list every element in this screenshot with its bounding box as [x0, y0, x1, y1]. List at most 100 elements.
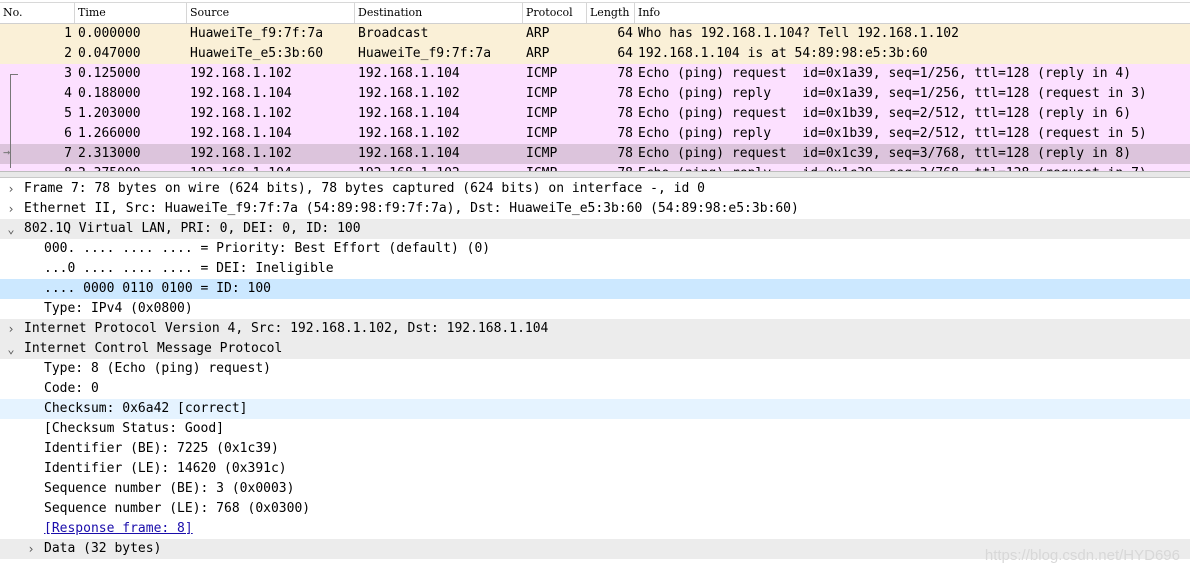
detail-row[interactable]: ...0 .... .... .... = DEI: Ineligible	[0, 259, 1190, 279]
packet-cell-proto: ICMP	[526, 126, 558, 141]
packet-row[interactable]: 5 1.203000 192.168.1.102 192.168.1.104 ICMP 7…	[0, 104, 1190, 124]
detail-row[interactable]: Identifier (LE): 14620 (0x391c)	[0, 459, 1190, 479]
packet-cell-no: 1	[64, 26, 72, 41]
packet-details[interactable]: › Frame 7: 78 bytes on wire (624 bits), 7…	[0, 178, 1190, 572]
detail-row[interactable]: Checksum: 0x6a42 [correct]	[0, 399, 1190, 419]
packet-cell-src: 192.168.1.102	[190, 106, 292, 121]
column-header-protocol[interactable]: Protocol	[523, 3, 587, 23]
detail-row-text: Code: 0	[44, 381, 99, 396]
packet-cell-dst: 192.168.1.102	[358, 126, 460, 141]
packet-cell-len: 78	[617, 146, 633, 161]
detail-row-text: Checksum: 0x6a42 [correct]	[44, 401, 248, 416]
detail-row[interactable]: [Checksum Status: Good]	[0, 419, 1190, 439]
response-frame-link[interactable]: [Response frame: 8]	[0, 519, 1190, 539]
chevron-right-icon[interactable]: ›	[4, 199, 18, 219]
packet-cell-proto: ICMP	[526, 86, 558, 101]
detail-row-text: 000. .... .... .... = Priority: Best Eff…	[44, 241, 491, 256]
packet-cell-info: Echo (ping) reply id=0x1a39, seq=1/256, …	[638, 86, 1147, 101]
chevron-down-icon[interactable]: ⌄	[4, 219, 18, 239]
packet-row[interactable]: 7 2.313000 192.168.1.102 192.168.1.104 ICMP 7…	[0, 144, 1190, 164]
detail-row[interactable]: Sequence number (LE): 768 (0x0300)	[0, 499, 1190, 519]
chevron-right-icon[interactable]: ›	[4, 319, 18, 339]
detail-row-text: ...0 .... .... .... = DEI: Ineligible	[44, 261, 334, 276]
detail-row-text: Internet Control Message Protocol	[24, 341, 283, 356]
packet-row[interactable]: 4 0.188000 192.168.1.104 192.168.1.102 ICMP 7…	[0, 84, 1190, 104]
packet-cell-proto: ARP	[526, 46, 550, 61]
packet-row[interactable]: 2 0.047000 HuaweiTe_e5:3b:60 HuaweiTe_f9:7f…	[0, 44, 1190, 64]
detail-row[interactable]: › Internet Protocol Version 4, Src: 192.1…	[0, 319, 1190, 339]
packet-cell-time: 1.266000	[78, 126, 141, 141]
packet-cell-dst: Broadcast	[358, 26, 429, 41]
packet-cell-len: 64	[617, 26, 633, 41]
packet-row[interactable]: 1 0.000000 HuaweiTe_f9:7f:7a Broadcast ARP 64…	[0, 24, 1190, 44]
detail-row[interactable]: 000. .... .... .... = Priority: Best Eff…	[0, 239, 1190, 259]
detail-row[interactable]: › Frame 7: 78 bytes on wire (624 bits), 7…	[0, 179, 1190, 199]
packet-cell-info: Echo (ping) request id=0x1b39, seq=2/512…	[638, 106, 1132, 121]
detail-row-text[interactable]: [Response frame: 8]	[44, 519, 193, 539]
packet-cell-len: 78	[617, 126, 633, 141]
detail-row-text: Identifier (BE): 7225 (0x1c39)	[44, 441, 279, 456]
detail-row-text: [Checksum Status: Good]	[44, 421, 225, 436]
packet-cell-info: Echo (ping) request id=0x1a39, seq=1/256…	[638, 66, 1132, 81]
detail-row[interactable]: Sequence number (BE): 3 (0x0003)	[0, 479, 1190, 499]
packet-cell-time: 0.047000	[78, 46, 141, 61]
packet-cell-proto: ICMP	[526, 66, 558, 81]
packet-cell-src: 192.168.1.104	[190, 126, 292, 141]
detail-row[interactable]: Code: 0	[0, 379, 1190, 399]
conversation-bracket	[10, 74, 18, 168]
detail-row-text: 802.1Q Virtual LAN, PRI: 0, DEI: 0, ID: …	[24, 221, 361, 236]
packet-cell-src: 192.168.1.104	[190, 86, 292, 101]
packet-cell-len: 78	[617, 106, 633, 121]
related-packet-arrow-icon: →	[3, 145, 11, 159]
detail-row[interactable]: Identifier (BE): 7225 (0x1c39)	[0, 439, 1190, 459]
watermark: https://blog.csdn.net/HYD696	[984, 547, 1180, 564]
column-header-time[interactable]: Time	[75, 3, 187, 23]
detail-row-text: Data (32 bytes)	[44, 541, 162, 556]
detail-row[interactable]: ⌄ Internet Control Message Protocol	[0, 339, 1190, 359]
packet-cell-src: HuaweiTe_f9:7f:7a	[190, 26, 324, 41]
column-header-destination[interactable]: Destination	[355, 3, 523, 23]
packet-row[interactable]: 6 1.266000 192.168.1.104 192.168.1.102 ICMP 7…	[0, 124, 1190, 144]
packet-row[interactable]: 3 0.125000 192.168.1.102 192.168.1.104 ICMP 7…	[0, 64, 1190, 84]
packet-cell-dst: 192.168.1.104	[358, 66, 460, 81]
packet-cell-time: 0.000000	[78, 26, 141, 41]
packet-cell-time: 0.188000	[78, 86, 141, 101]
column-header-source[interactable]: Source	[187, 3, 355, 23]
detail-row-text: Type: IPv4 (0x0800)	[44, 301, 193, 316]
packet-cell-src: HuaweiTe_e5:3b:60	[190, 46, 324, 61]
detail-row[interactable]: Type: 8 (Echo (ping) request)	[0, 359, 1190, 379]
packet-list[interactable]: No. Time Source Destination Protocol Len…	[0, 0, 1190, 172]
packet-cell-len: 64	[617, 46, 633, 61]
detail-row[interactable]: › Ethernet II, Src: HuaweiTe_f9:7f:7a (54…	[0, 199, 1190, 219]
chevron-right-icon[interactable]: ›	[24, 539, 38, 559]
packet-cell-info: Echo (ping) reply id=0x1b39, seq=2/512, …	[638, 126, 1147, 141]
packet-cell-dst: 192.168.1.102	[358, 86, 460, 101]
packet-cell-len: 78	[617, 66, 633, 81]
packet-cell-time: 1.203000	[78, 106, 141, 121]
detail-row-text: Frame 7: 78 bytes on wire (624 bits), 78…	[24, 181, 705, 196]
column-header-no[interactable]: No.	[0, 3, 75, 23]
packet-cell-src: 192.168.1.102	[190, 146, 292, 161]
packet-list-header: No. Time Source Destination Protocol Len…	[0, 2, 1190, 24]
detail-row-text: Identifier (LE): 14620 (0x391c)	[44, 461, 287, 476]
packet-cell-proto: ARP	[526, 26, 550, 41]
chevron-down-icon[interactable]: ⌄	[4, 339, 18, 359]
packet-cell-info: Who has 192.168.1.104? Tell 192.168.1.10…	[638, 26, 959, 41]
detail-row[interactable]: .... 0000 0110 0100 = ID: 100	[0, 279, 1190, 299]
packet-cell-no: 2	[64, 46, 72, 61]
column-header-length[interactable]: Length	[587, 3, 635, 23]
detail-row-text: Ethernet II, Src: HuaweiTe_f9:7f:7a (54:…	[24, 201, 799, 216]
packet-cell-len: 78	[617, 86, 633, 101]
packet-cell-proto: ICMP	[526, 146, 558, 161]
detail-row[interactable]: ⌄ 802.1Q Virtual LAN, PRI: 0, DEI: 0, ID:…	[0, 219, 1190, 239]
detail-row-text: .... 0000 0110 0100 = ID: 100	[44, 281, 271, 296]
packet-cell-info: Echo (ping) request id=0x1c39, seq=3/768…	[638, 146, 1132, 161]
packet-cell-info: 192.168.1.104 is at 54:89:98:e5:3b:60	[638, 46, 928, 61]
chevron-right-icon[interactable]: ›	[4, 179, 18, 199]
detail-row[interactable]: Type: IPv4 (0x0800)	[0, 299, 1190, 319]
packet-cell-proto: ICMP	[526, 106, 558, 121]
column-header-info[interactable]: Info	[635, 3, 1190, 23]
packet-cell-time: 0.125000	[78, 66, 141, 81]
packet-cell-dst: 192.168.1.104	[358, 106, 460, 121]
packet-cell-dst: HuaweiTe_f9:7f:7a	[358, 46, 492, 61]
